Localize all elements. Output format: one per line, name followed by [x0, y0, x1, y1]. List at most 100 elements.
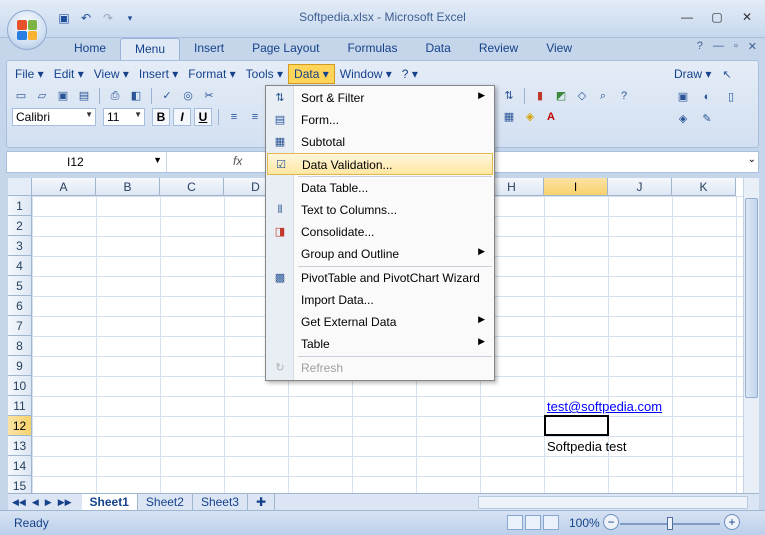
help-icon[interactable]: ?: [697, 40, 703, 53]
menu-item-form[interactable]: ▤ Form...: [267, 109, 493, 131]
open-icon[interactable]: ▱: [33, 87, 51, 105]
last-sheet-icon[interactable]: ▶▶: [58, 497, 72, 508]
vertical-scrollbar[interactable]: [743, 178, 759, 493]
cell-I13[interactable]: Softpedia test: [547, 439, 627, 454]
expand-formula-bar-icon[interactable]: ⌄: [748, 154, 756, 165]
next-sheet-icon[interactable]: ▶: [45, 497, 52, 508]
row-header-15[interactable]: 15: [8, 476, 32, 493]
minimize-button[interactable]: —: [677, 8, 697, 26]
zoom-icon[interactable]: ⌕: [594, 87, 612, 105]
close-button[interactable]: ✕: [737, 8, 757, 26]
bold-button[interactable]: B: [152, 108, 170, 126]
zoom-out-icon[interactable]: −: [603, 514, 619, 530]
page-layout-view-icon[interactable]: [525, 515, 541, 530]
font-size-combo[interactable]: 11 ▼: [103, 108, 145, 126]
menu-insert[interactable]: Insert ▾: [134, 65, 183, 83]
tab-formulas[interactable]: Formulas: [333, 38, 411, 60]
menu-item-sort-filter[interactable]: ⇅ Sort & Filter ▶: [267, 87, 493, 109]
maximize-button[interactable]: ▢: [707, 8, 727, 26]
new-icon[interactable]: ▭: [12, 87, 30, 105]
row-header-11[interactable]: 11: [8, 396, 32, 416]
chart-icon[interactable]: ▮: [531, 87, 549, 105]
menu-item-text-to-columns[interactable]: ⫴ Text to Columns...: [267, 199, 493, 221]
cut-icon[interactable]: ✂: [200, 87, 218, 105]
select-objects-icon[interactable]: ↖: [718, 66, 736, 84]
vertical-scroll-thumb[interactable]: [745, 198, 758, 398]
menu-help[interactable]: ? ▾: [397, 65, 423, 83]
picture-icon[interactable]: ▣: [674, 88, 692, 106]
name-box[interactable]: I12 ▼: [7, 152, 167, 172]
sheet-tab-sheet1[interactable]: Sheet1: [81, 494, 138, 510]
menu-window[interactable]: Window ▾: [335, 65, 397, 83]
cell-I11[interactable]: test@softpedia.com: [547, 399, 662, 414]
column-header-c[interactable]: C: [160, 178, 224, 196]
row-header-12[interactable]: 12: [8, 416, 32, 436]
sort-ascending-icon[interactable]: ⇅: [500, 87, 518, 105]
menu-item-get-external-data[interactable]: Get External Data ▶: [267, 311, 493, 333]
page-break-view-icon[interactable]: [543, 515, 559, 530]
font-color-icon[interactable]: A: [542, 108, 560, 126]
menu-item-import-data[interactable]: Import Data...: [267, 289, 493, 311]
print-preview-icon[interactable]: ◧: [127, 87, 145, 105]
underline-button[interactable]: U: [194, 108, 212, 126]
draw-menu[interactable]: Draw ▾: [674, 67, 711, 81]
align-left-icon[interactable]: ≡: [225, 108, 243, 126]
help-toolbar-icon[interactable]: ?: [615, 87, 633, 105]
column-header-b[interactable]: B: [96, 178, 160, 196]
menu-data[interactable]: Data ▾: [288, 64, 335, 84]
row-header-13[interactable]: 13: [8, 436, 32, 456]
horizontal-scrollbar[interactable]: [478, 496, 748, 509]
tab-insert[interactable]: Insert: [180, 38, 238, 60]
row-header-10[interactable]: 10: [8, 376, 32, 396]
permission-icon[interactable]: ▤: [75, 87, 93, 105]
row-header-8[interactable]: 8: [8, 336, 32, 356]
menu-item-data-validation[interactable]: ☑ Data Validation...: [267, 153, 493, 175]
rectangle-icon[interactable]: ▯: [722, 88, 740, 106]
menu-tools[interactable]: Tools ▾: [241, 65, 288, 83]
prev-sheet-icon[interactable]: ◀: [32, 497, 39, 508]
column-header-i[interactable]: I: [544, 178, 608, 196]
row-header-14[interactable]: 14: [8, 456, 32, 476]
menu-item-data-table[interactable]: Data Table...: [267, 177, 493, 199]
borders-icon[interactable]: ▦: [500, 108, 518, 126]
tab-review[interactable]: Review: [465, 38, 532, 60]
ribbon-close-button[interactable]: ✕: [748, 40, 757, 53]
zoom-level[interactable]: 100%: [569, 516, 600, 530]
line-color-icon[interactable]: ✎: [698, 110, 716, 128]
column-header-k[interactable]: K: [672, 178, 736, 196]
menu-item-pivottable-wizard[interactable]: ▩ PivotTable and PivotChart Wizard: [267, 267, 493, 289]
research-icon[interactable]: ◎: [179, 87, 197, 105]
tab-home[interactable]: Home: [60, 38, 120, 60]
select-all-corner[interactable]: [8, 178, 32, 196]
sheet-tab-sheet2[interactable]: Sheet2: [138, 494, 193, 510]
menu-edit[interactable]: Edit ▾: [49, 65, 89, 83]
tab-menu[interactable]: Menu: [120, 38, 181, 60]
office-button[interactable]: [7, 10, 47, 50]
save-toolbar-icon[interactable]: ▣: [54, 87, 72, 105]
menu-item-group-outline[interactable]: Group and Outline ▶: [267, 243, 493, 265]
zoom-in-icon[interactable]: +: [724, 514, 740, 530]
menu-format[interactable]: Format ▾: [183, 65, 240, 83]
first-sheet-icon[interactable]: ◀◀: [12, 497, 26, 508]
row-header-4[interactable]: 4: [8, 256, 32, 276]
menu-item-consolidate[interactable]: ◨ Consolidate...: [267, 221, 493, 243]
column-header-a[interactable]: A: [32, 178, 96, 196]
row-header-2[interactable]: 2: [8, 216, 32, 236]
row-header-3[interactable]: 3: [8, 236, 32, 256]
insert-function-icon[interactable]: fx: [233, 154, 242, 168]
font-name-combo[interactable]: Calibri ▼: [12, 108, 96, 126]
active-cell-I12[interactable]: [544, 415, 609, 436]
align-center-icon[interactable]: ≡: [246, 108, 264, 126]
row-header-1[interactable]: 1: [8, 196, 32, 216]
row-header-7[interactable]: 7: [8, 316, 32, 336]
italic-button[interactable]: I: [173, 108, 191, 126]
menu-item-subtotal[interactable]: ▦ Subtotal: [267, 131, 493, 153]
zoom-slider-thumb[interactable]: [667, 517, 673, 530]
fill-color-icon[interactable]: ◈: [521, 108, 539, 126]
row-header-5[interactable]: 5: [8, 276, 32, 296]
tab-page-layout[interactable]: Page Layout: [238, 38, 333, 60]
oval-icon[interactable]: ◐: [698, 88, 716, 106]
menu-view[interactable]: View ▾: [89, 65, 134, 83]
sheet-tab-sheet3[interactable]: Sheet3: [193, 494, 248, 510]
ribbon-minimize-button[interactable]: —: [713, 40, 724, 53]
